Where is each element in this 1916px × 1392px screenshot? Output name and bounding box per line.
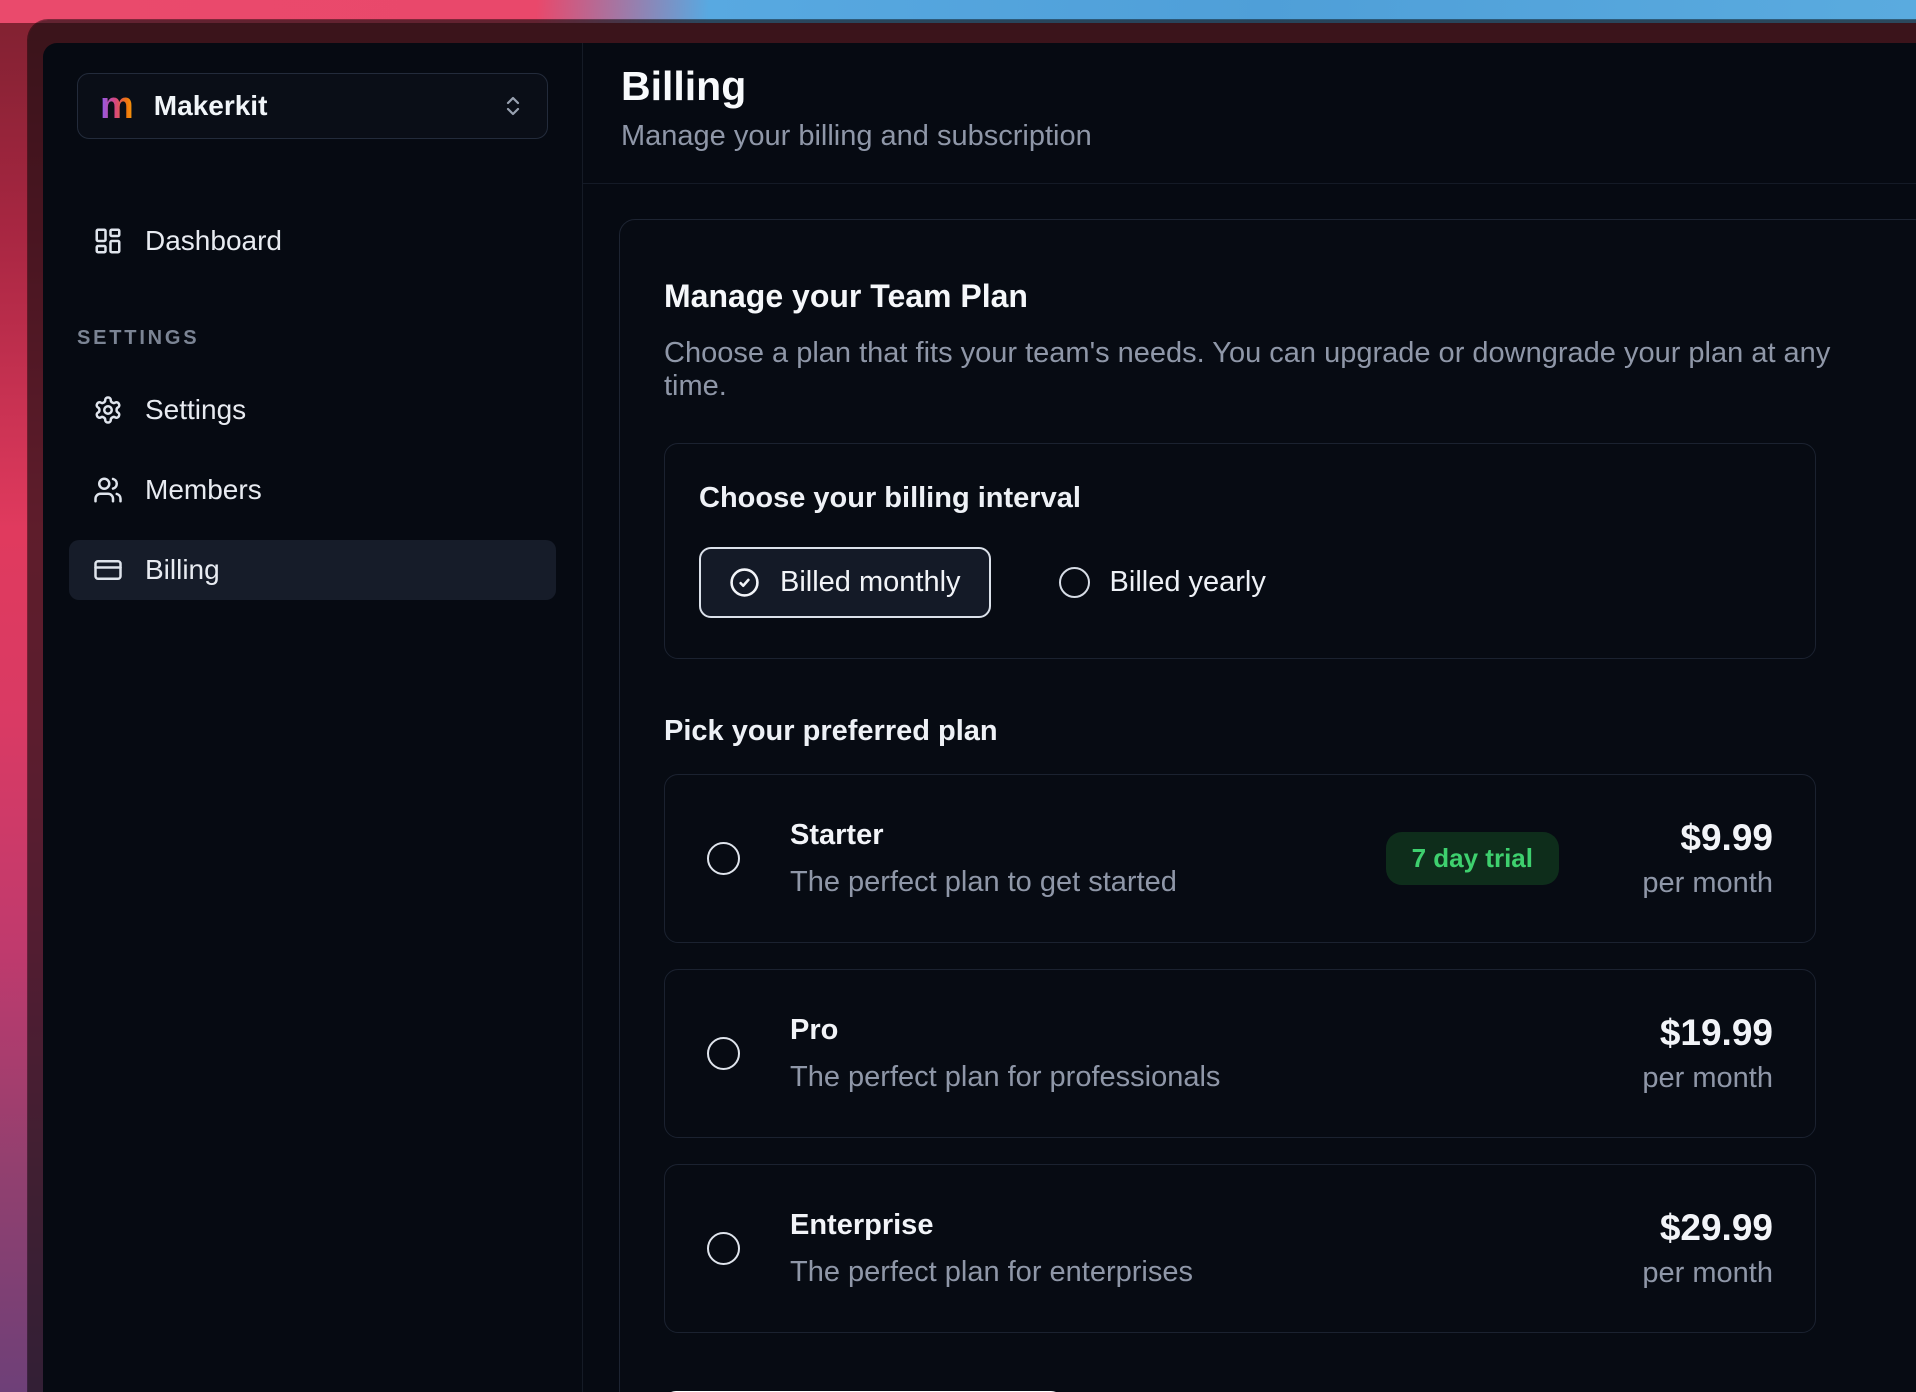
plan-radio[interactable]	[707, 1037, 740, 1070]
card-title: Manage your Team Plan	[664, 278, 1877, 315]
plan-price: $9.99	[1613, 817, 1773, 859]
plan-row-enterprise[interactable]: Enterprise The perfect plan for enterpri…	[664, 1164, 1816, 1333]
sidebar-item-settings[interactable]: Settings	[69, 380, 556, 440]
billing-interval-box: Choose your billing interval Billed mont…	[664, 443, 1816, 659]
sidebar-item-label: Billing	[145, 554, 220, 586]
credit-card-icon	[93, 555, 123, 585]
sidebar-item-dashboard[interactable]: Dashboard	[69, 211, 556, 271]
dashboard-icon	[93, 226, 123, 256]
workspace-selector[interactable]: m Makerkit	[77, 73, 548, 139]
page-header: Billing Manage your billing and subscrip…	[583, 43, 1916, 184]
page-subtitle: Manage your billing and subscription	[621, 120, 1916, 153]
plan-radio[interactable]	[707, 1232, 740, 1265]
plan-price-stack: $19.99 per month	[1613, 1012, 1773, 1095]
card-description: Choose a plan that fits your team's need…	[664, 337, 1877, 403]
content: Manage your Team Plan Choose a plan that…	[583, 184, 1916, 1392]
plan-price: $29.99	[1613, 1207, 1773, 1249]
screen: m Makerkit Dashboard SETTINGS	[0, 0, 1916, 1392]
pick-plan-label: Pick your preferred plan	[664, 715, 1877, 748]
plan-name: Pro	[790, 1014, 1613, 1047]
billed-monthly-option[interactable]: Billed monthly	[699, 547, 991, 618]
page-title: Billing	[621, 63, 1916, 110]
billed-yearly-option[interactable]: Billed yearly	[1059, 566, 1266, 599]
sidebar-item-label: Settings	[145, 394, 246, 426]
billed-monthly-label: Billed monthly	[780, 566, 961, 599]
plan-row-pro[interactable]: Pro The perfect plan for professionals $…	[664, 969, 1816, 1138]
workspace-name: Makerkit	[154, 90, 268, 122]
plan-price-stack: $29.99 per month	[1613, 1207, 1773, 1290]
plan-info: Pro The perfect plan for professionals	[790, 1014, 1613, 1094]
sidebar: m Makerkit Dashboard SETTINGS	[43, 43, 583, 1392]
plan-row-starter[interactable]: Starter The perfect plan to get started …	[664, 774, 1816, 943]
makerkit-logo: m	[100, 87, 134, 125]
plan-description: The perfect plan for professionals	[790, 1061, 1613, 1094]
team-plan-card: Manage your Team Plan Choose a plan that…	[619, 219, 1916, 1392]
radio-unchecked-icon	[1059, 567, 1090, 598]
app-window-frame: m Makerkit Dashboard SETTINGS	[28, 20, 1916, 1392]
sidebar-nav: Dashboard SETTINGS Settings Members	[77, 211, 548, 620]
trial-badge: 7 day trial	[1386, 832, 1559, 885]
billing-interval-options: Billed monthly Billed yearly	[699, 547, 1781, 618]
plan-info: Starter The perfect plan to get started	[790, 819, 1386, 899]
plan-description: The perfect plan to get started	[790, 866, 1386, 899]
sidebar-item-billing[interactable]: Billing	[69, 540, 556, 600]
gear-icon	[93, 395, 123, 425]
sidebar-section-label: SETTINGS	[77, 327, 548, 350]
plan-price-stack: $9.99 per month	[1613, 817, 1773, 900]
plan-price: $19.99	[1613, 1012, 1773, 1054]
billed-yearly-label: Billed yearly	[1110, 566, 1266, 599]
plan-name: Enterprise	[790, 1209, 1613, 1242]
plan-description: The perfect plan for enterprises	[790, 1256, 1613, 1289]
main-area: Billing Manage your billing and subscrip…	[583, 43, 1916, 1392]
plan-period: per month	[1613, 867, 1773, 900]
circle-check-icon	[729, 567, 760, 598]
plan-period: per month	[1613, 1257, 1773, 1290]
sidebar-item-label: Members	[145, 474, 262, 506]
app-window: m Makerkit Dashboard SETTINGS	[43, 43, 1916, 1392]
sidebar-item-members[interactable]: Members	[69, 460, 556, 520]
billing-interval-label: Choose your billing interval	[699, 482, 1781, 515]
plan-period: per month	[1613, 1062, 1773, 1095]
sidebar-item-label: Dashboard	[145, 225, 282, 257]
users-icon	[93, 475, 123, 505]
plan-radio[interactable]	[707, 842, 740, 875]
plan-name: Starter	[790, 819, 1386, 852]
chevrons-up-down-icon	[501, 94, 525, 118]
plan-info: Enterprise The perfect plan for enterpri…	[790, 1209, 1613, 1289]
